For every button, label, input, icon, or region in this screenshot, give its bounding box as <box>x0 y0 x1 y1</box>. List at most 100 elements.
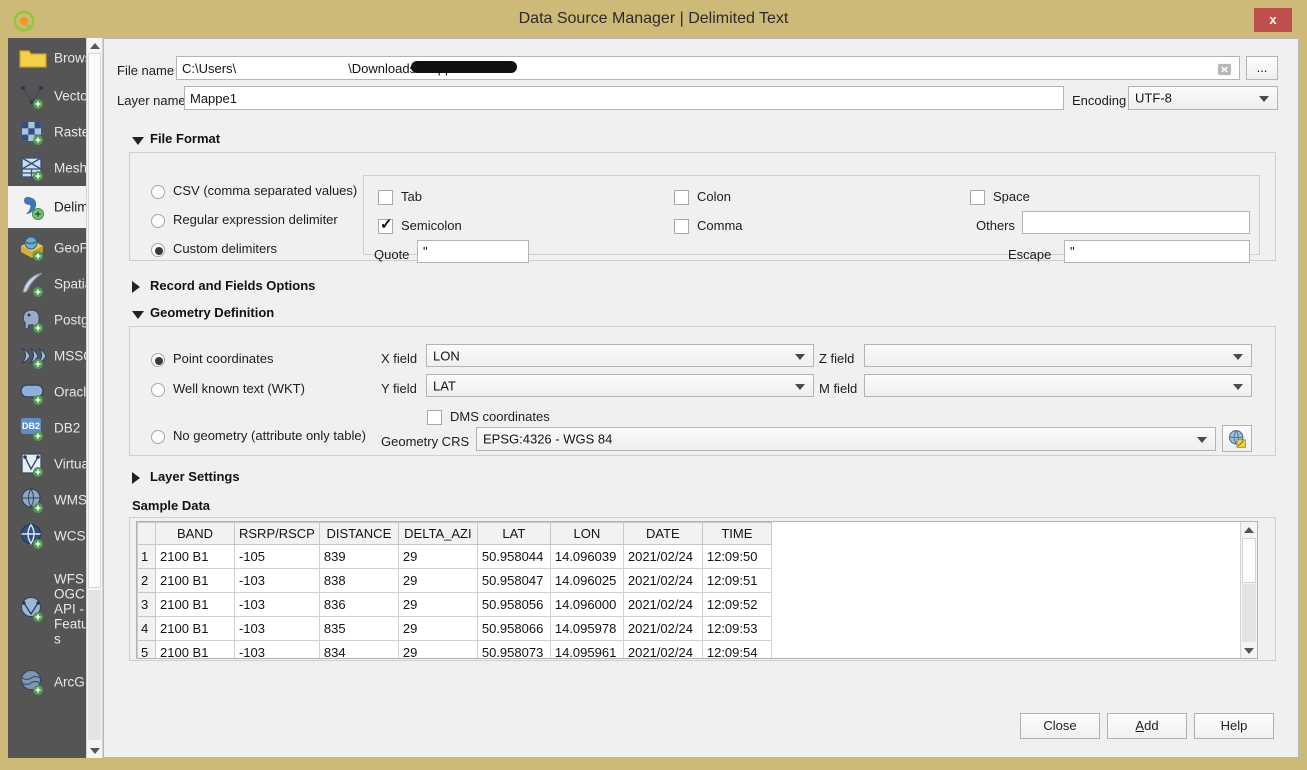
cell-lon[interactable]: 14.096039 <box>549 544 624 569</box>
cell-date[interactable]: 2021/02/24 <box>622 616 703 641</box>
cell-delta-azi[interactable]: 29 <box>397 616 478 641</box>
cell-date[interactable]: 2021/02/24 <box>622 640 703 658</box>
cell-distance[interactable]: 836 <box>318 592 399 617</box>
add-button[interactable]: Add <box>1107 713 1187 739</box>
select-crs-button[interactable] <box>1222 425 1252 452</box>
cell-rsrp[interactable]: -105 <box>234 544 320 569</box>
sidebar-item-geopackage[interactable]: GeoPackage <box>8 230 90 266</box>
file-name-input[interactable]: C:\Users\\Downloads\Mappe1.csv <box>176 56 1240 80</box>
cell-rsrp[interactable]: -103 <box>234 616 320 641</box>
y-field-dropdown[interactable]: LAT <box>426 374 814 397</box>
sidebar-item-spatialite[interactable]: SpatiaLite <box>8 266 90 302</box>
z-field-dropdown[interactable] <box>864 344 1252 367</box>
column-header-band[interactable]: BAND <box>155 522 235 545</box>
source-type-sidebar[interactable]: Browser Vector Raster <box>8 38 90 758</box>
column-header-time[interactable]: TIME <box>701 522 772 545</box>
sidebar-item-wfs[interactable]: WFS / OGC API - Features <box>8 554 90 664</box>
sidebar-scrollbar[interactable] <box>86 38 103 758</box>
cell-rsrp[interactable]: -103 <box>234 640 320 658</box>
cell-time[interactable]: 12:09:52 <box>701 592 772 617</box>
layer-name-input[interactable]: Mappe1 <box>184 86 1064 110</box>
cell-lat[interactable]: 50.958056 <box>476 592 551 617</box>
sidebar-item-browser[interactable]: Browser <box>8 40 90 76</box>
sample-data-table[interactable]: BAND RSRP/RSCP DISTANCE DELTA_AZI LAT LO… <box>136 521 1258 659</box>
quote-input[interactable]: " <box>417 240 529 263</box>
geometry-crs-dropdown[interactable]: EPSG:4326 - WGS 84 <box>476 427 1216 451</box>
checkbox-box <box>378 216 393 234</box>
cell-lat[interactable]: 50.958044 <box>476 544 551 569</box>
sidebar-item-db2[interactable]: DB2 DB2 <box>8 410 90 446</box>
cell-time[interactable]: 12:09:54 <box>701 640 772 658</box>
encoding-dropdown[interactable]: UTF-8 <box>1128 86 1278 110</box>
cell-time[interactable]: 12:09:53 <box>701 616 772 641</box>
sidebar-item-arcgis[interactable]: ArcGIS REST Server <box>8 664 90 700</box>
sample-data-scrollbar[interactable] <box>1240 522 1257 658</box>
sidebar-item-vector[interactable]: Vector <box>8 78 90 114</box>
cell-delta-azi[interactable]: 29 <box>397 568 478 593</box>
m-field-dropdown[interactable] <box>864 374 1252 397</box>
table-row[interactable]: 3 2100 B1 -103 836 29 50.958056 14.09600… <box>137 592 772 617</box>
cell-rsrp[interactable]: -103 <box>234 568 320 593</box>
table-row[interactable]: 1 2100 B1 -105 839 29 50.958044 14.09603… <box>137 544 772 569</box>
table-scroll-up-button[interactable] <box>1242 522 1256 537</box>
sidebar-item-postgresql[interactable]: PostgreSQL <box>8 302 90 338</box>
cell-lat[interactable]: 50.958073 <box>476 640 551 658</box>
cell-band[interactable]: 2100 B1 <box>155 544 235 569</box>
column-header-distance[interactable]: DISTANCE <box>318 522 399 545</box>
column-header-lat[interactable]: LAT <box>476 522 551 545</box>
cell-date[interactable]: 2021/02/24 <box>622 568 703 593</box>
sidebar-item-delimited-text[interactable]: Delimited Text <box>8 186 90 228</box>
sidebar-scroll-down-button[interactable] <box>87 743 102 758</box>
cell-distance[interactable]: 835 <box>318 616 399 641</box>
escape-input[interactable]: " <box>1064 240 1250 263</box>
cell-lon[interactable]: 14.095961 <box>549 640 624 658</box>
sidebar-item-virtual-layer[interactable]: Virtual Layer <box>8 446 90 482</box>
sidebar-scrollbar-thumb[interactable] <box>88 53 101 588</box>
cell-lon[interactable]: 14.095978 <box>549 616 624 641</box>
close-window-button[interactable]: x <box>1254 8 1292 32</box>
cell-lat[interactable]: 50.958047 <box>476 568 551 593</box>
cell-time[interactable]: 12:09:50 <box>701 544 772 569</box>
table-scrollbar-track[interactable] <box>1242 584 1256 642</box>
sidebar-item-wcs[interactable]: WCS <box>8 518 90 554</box>
cell-distance[interactable]: 838 <box>318 568 399 593</box>
close-button[interactable]: Close <box>1020 713 1100 739</box>
browse-file-button[interactable]: ... <box>1246 56 1278 80</box>
column-header-delta-azi[interactable]: DELTA_AZI <box>397 522 478 545</box>
sidebar-item-raster[interactable]: Raster <box>8 114 90 150</box>
help-button[interactable]: Help <box>1194 713 1274 739</box>
table-row[interactable]: 2 2100 B1 -103 838 29 50.958047 14.09602… <box>137 568 772 593</box>
cell-lat[interactable]: 50.958066 <box>476 616 551 641</box>
cell-band[interactable]: 2100 B1 <box>155 568 235 593</box>
cell-band[interactable]: 2100 B1 <box>155 592 235 617</box>
table-row[interactable]: 4 2100 B1 -103 835 29 50.958066 14.09597… <box>137 616 772 641</box>
table-row[interactable]: 5 2100 B1 -103 834 29 50.958073 14.09596… <box>137 640 772 658</box>
others-input[interactable] <box>1022 211 1250 234</box>
cell-band[interactable]: 2100 B1 <box>155 616 235 641</box>
table-scroll-down-button[interactable] <box>1242 643 1256 658</box>
cell-lon[interactable]: 14.096000 <box>549 592 624 617</box>
sidebar-scroll-up-button[interactable] <box>87 38 102 53</box>
column-header-lon[interactable]: LON <box>549 522 624 545</box>
cell-time[interactable]: 12:09:51 <box>701 568 772 593</box>
cell-date[interactable]: 2021/02/24 <box>622 544 703 569</box>
x-field-dropdown[interactable]: LON <box>426 344 814 367</box>
cell-delta-azi[interactable]: 29 <box>397 640 478 658</box>
sidebar-item-mesh[interactable]: Mesh <box>8 150 90 186</box>
column-header-date[interactable]: DATE <box>622 522 703 545</box>
cell-band[interactable]: 2100 B1 <box>155 640 235 658</box>
cell-date[interactable]: 2021/02/24 <box>622 592 703 617</box>
sidebar-item-oracle[interactable]: Oracle <box>8 374 90 410</box>
cell-rsrp[interactable]: -103 <box>234 592 320 617</box>
column-header-rsrp-rscp[interactable]: RSRP/RSCP <box>234 522 320 545</box>
sidebar-scrollbar-track[interactable] <box>88 590 101 740</box>
cell-delta-azi[interactable]: 29 <box>397 544 478 569</box>
cell-distance[interactable]: 834 <box>318 640 399 658</box>
clear-icon[interactable] <box>1217 62 1232 77</box>
cell-distance[interactable]: 839 <box>318 544 399 569</box>
cell-delta-azi[interactable]: 29 <box>397 592 478 617</box>
sidebar-item-mssql[interactable]: MSSQL <box>8 338 90 374</box>
sidebar-item-wms[interactable]: WMS/WMTS <box>8 482 90 518</box>
table-scrollbar-thumb[interactable] <box>1242 538 1256 583</box>
cell-lon[interactable]: 14.096025 <box>549 568 624 593</box>
